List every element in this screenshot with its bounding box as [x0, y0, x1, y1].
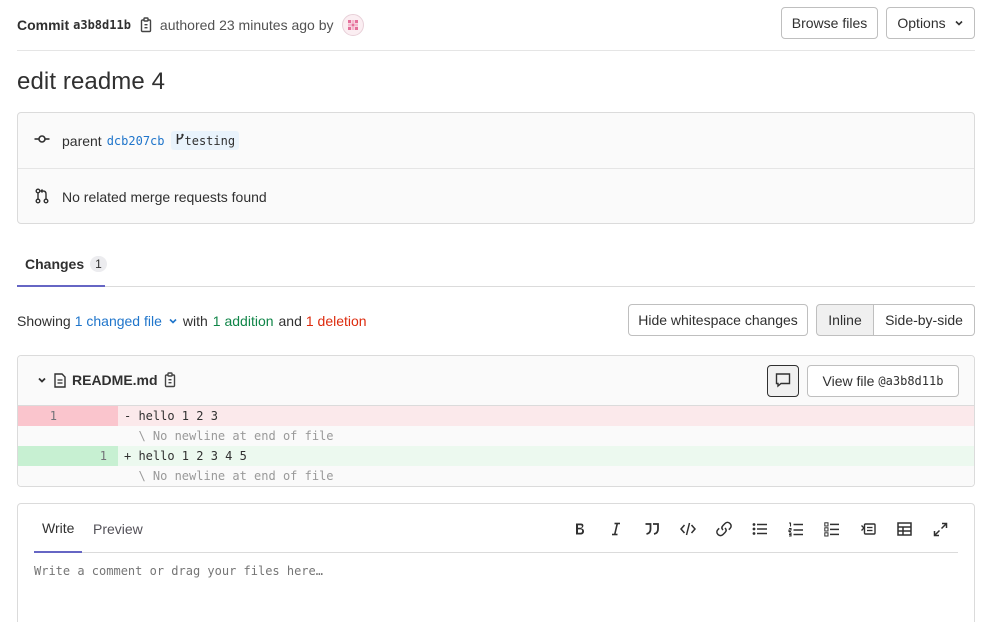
line-content: \ No newline at end of file — [124, 469, 334, 483]
showing-text: Showing — [17, 313, 71, 329]
page-title: edit readme 4 — [17, 68, 166, 95]
task-list-icon[interactable] — [814, 519, 850, 539]
view-file-label: View file — [822, 373, 875, 389]
commit-info: Commit a3b8d11b authored 23 minutes ago … — [17, 14, 364, 36]
diff-file-header: README.md View file @a3b8d11b — [18, 356, 974, 406]
line-content: - hello 1 2 3 — [124, 409, 218, 423]
authored-text: authored 23 minutes ago by — [159, 17, 334, 33]
avatar[interactable] — [341, 14, 364, 36]
file-name[interactable]: README.md — [72, 372, 158, 388]
file-icon — [54, 372, 66, 388]
branch-name: testing — [184, 133, 236, 148]
commit-label: Commit — [17, 17, 70, 33]
old-line-number — [18, 426, 68, 446]
browse-files-button[interactable]: Browse files — [781, 7, 878, 39]
view-file-sha: @a3b8d11b — [878, 374, 944, 388]
commit-icon — [34, 131, 50, 150]
new-line-number — [68, 426, 118, 446]
with-text: with — [182, 313, 208, 329]
old-line-number[interactable] — [18, 446, 68, 466]
view-file-button[interactable]: View file @a3b8d11b — [807, 365, 959, 397]
side-by-side-button[interactable]: Side-by-side — [874, 304, 975, 336]
commit-info-box: parent dcb207cb testing No related merge… — [17, 112, 975, 224]
comment-input[interactable] — [34, 564, 534, 578]
tab-write[interactable]: Write — [34, 504, 83, 553]
tab-changes[interactable]: Changes 1 — [17, 243, 107, 287]
tab-changes-label: Changes — [25, 256, 85, 272]
diff-line-removed: 1 - hello 1 2 3 — [18, 406, 974, 426]
copy-sha-icon[interactable] — [140, 17, 152, 33]
table-icon[interactable] — [886, 519, 922, 539]
diff-view-toggle: Inline Side-by-side — [816, 304, 975, 336]
toggle-comments-button[interactable] — [767, 365, 799, 397]
link-icon[interactable] — [706, 519, 742, 539]
diff-line-added: 1 + hello 1 2 3 4 5 — [18, 446, 974, 466]
new-line-number[interactable] — [68, 406, 118, 426]
comment-tabs: Write Preview — [34, 504, 958, 553]
comment-icon — [775, 372, 791, 391]
markdown-toolbar — [562, 519, 958, 539]
branch-tag[interactable]: testing — [170, 131, 240, 150]
parent-row: parent dcb207cb testing — [18, 113, 974, 169]
new-line-number — [68, 466, 118, 486]
quote-icon[interactable] — [634, 519, 670, 539]
and-text: and — [278, 313, 302, 329]
chevron-down-icon[interactable] — [36, 374, 48, 386]
commit-header: Commit a3b8d11b authored 23 minutes ago … — [17, 0, 975, 51]
merge-requests-text: No related merge requests found — [62, 189, 267, 205]
old-line-number — [18, 466, 68, 486]
old-line-number[interactable]: 1 — [18, 406, 68, 426]
hide-whitespace-button[interactable]: Hide whitespace changes — [628, 304, 808, 336]
changed-files-dropdown[interactable]: 1 changed file — [75, 313, 162, 329]
branch-icon — [175, 133, 185, 148]
commit-sha: a3b8d11b — [73, 18, 131, 32]
bold-icon[interactable] — [562, 519, 598, 539]
merge-requests-row: No related merge requests found — [18, 170, 974, 224]
deletions-count: 1 deletion — [305, 313, 367, 329]
inline-view-button[interactable]: Inline — [816, 304, 874, 336]
collapsible-icon[interactable] — [850, 519, 886, 539]
merge-request-icon — [34, 188, 50, 207]
parent-label: parent — [62, 132, 102, 149]
diff-summary: Showing 1 changed file with 1 addition a… — [17, 313, 367, 329]
diff-line-no-newline: \ No newline at end of file — [18, 426, 974, 446]
chevron-down-icon — [954, 15, 964, 31]
parent-sha-link[interactable]: dcb207cb — [107, 134, 165, 148]
numbered-list-icon[interactable] — [778, 519, 814, 539]
new-line-number[interactable]: 1 — [68, 446, 118, 466]
line-content: + hello 1 2 3 4 5 — [124, 449, 247, 463]
tab-preview[interactable]: Preview — [93, 504, 143, 553]
options-label: Options — [897, 15, 946, 31]
changes-count-badge: 1 — [90, 256, 107, 272]
code-icon[interactable] — [670, 519, 706, 539]
diff-file: README.md View file @a3b8d11b 1 - hello … — [17, 355, 975, 487]
fullscreen-icon[interactable] — [922, 519, 958, 539]
commit-tabs: Changes 1 — [17, 243, 975, 287]
diff-line-no-newline: \ No newline at end of file — [18, 466, 974, 486]
additions-count: 1 addition — [212, 313, 274, 329]
line-content: \ No newline at end of file — [124, 429, 334, 443]
options-dropdown[interactable]: Options — [886, 7, 975, 39]
file-title: README.md — [36, 372, 182, 388]
comment-form: Write Preview — [17, 503, 975, 622]
bullet-list-icon[interactable] — [742, 519, 778, 539]
copy-path-icon[interactable] — [164, 372, 176, 388]
italic-icon[interactable] — [598, 519, 634, 539]
chevron-down-icon[interactable] — [168, 316, 178, 326]
